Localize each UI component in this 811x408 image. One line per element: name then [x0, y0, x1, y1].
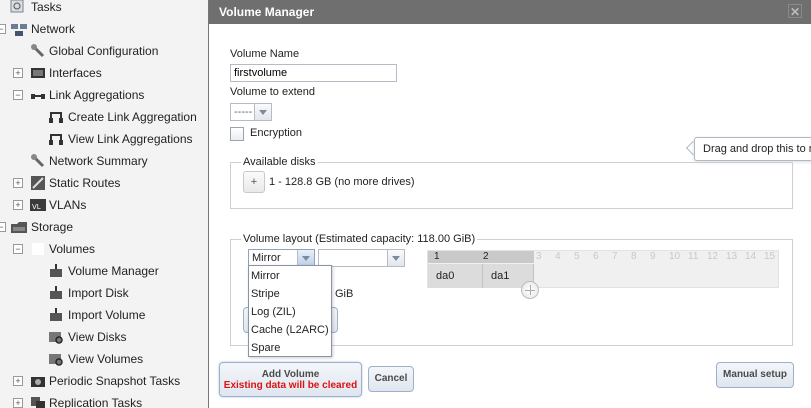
volume-manager-icon: [48, 263, 64, 279]
vlan-icon: VL: [30, 197, 46, 213]
add-volume-button[interactable]: Add Volume Existing data will be cleared: [219, 362, 362, 397]
tree-item-tasks[interactable]: Tasks: [0, 0, 208, 17]
tree-item-periodic-snapshot-tasks[interactable]: + Periodic Snapshot Tasks: [0, 371, 208, 391]
dialog-titlebar[interactable]: Volume Manager ✕: [209, 0, 811, 24]
menu-item-mirror[interactable]: Mirror: [249, 267, 331, 285]
disk-layout-grid[interactable]: 1 2 3 4 5 6 7 8 9 10 11 12 13 14 15 da0 da1: [427, 250, 779, 288]
collapse-icon[interactable]: −: [0, 24, 6, 34]
wrench-icon: [30, 43, 46, 59]
storage-icon: [10, 219, 27, 235]
tree-item-global-configuration[interactable]: Global Configuration: [0, 41, 208, 61]
tree-item-interfaces[interactable]: + Interfaces: [0, 63, 208, 83]
volume-name-input[interactable]: [230, 64, 397, 82]
add-volume-warning: Existing data will be cleared: [223, 380, 358, 391]
grid-column-header: 1: [434, 251, 440, 262]
chevron-down-icon[interactable]: [297, 250, 314, 266]
snapshot-icon: [30, 373, 46, 389]
navigation-tree: Tasks − Network Global Configuration + I…: [0, 0, 208, 408]
grid-column-header: 8: [631, 251, 637, 262]
menu-item-stripe[interactable]: Stripe: [249, 285, 331, 303]
disk-cell-da0[interactable]: da0: [428, 264, 483, 288]
grid-column-header: 7: [612, 251, 618, 262]
layout-type-menu: Mirror Stripe Log (ZIL) Cache (L2ARC) Sp…: [248, 265, 332, 357]
tree-item-network[interactable]: − Network: [0, 19, 208, 39]
grid-column-header: 13: [726, 251, 738, 262]
menu-item-log-zil[interactable]: Log (ZIL): [249, 303, 331, 321]
svg-text:VL: VL: [32, 203, 41, 211]
collapse-icon[interactable]: −: [13, 90, 23, 100]
tree-item-network-summary[interactable]: Network Summary: [0, 151, 208, 171]
close-icon[interactable]: ✕: [788, 4, 802, 19]
grid-column-header: 4: [555, 251, 561, 262]
grid-column-header: 9: [650, 251, 656, 262]
volume-layout-legend: Volume layout (Estimated capacity: 118.0…: [243, 233, 476, 245]
layout-capacity-unit: GiB: [335, 288, 354, 300]
grid-column-header: 10: [669, 251, 681, 262]
available-disks-legend: Available disks: [243, 156, 316, 168]
tree-item-static-routes[interactable]: + Static Routes: [0, 173, 208, 193]
tree-item-view-volumes[interactable]: View Volumes: [0, 349, 208, 369]
tree-item-vlans[interactable]: + VL VLANs: [0, 195, 208, 215]
grid-column-header: 6: [593, 251, 599, 262]
tree-item-replication-tasks[interactable]: + Replication Tasks: [0, 393, 208, 408]
network-icon: [10, 21, 27, 37]
tree-item-volume-manager[interactable]: Volume Manager: [0, 261, 208, 281]
collapse-icon[interactable]: −: [0, 222, 6, 232]
create-link-icon: [48, 109, 64, 125]
wrench-icon: [30, 153, 46, 169]
available-disk-entry: 1 - 128.8 GB (no more drives): [269, 176, 415, 188]
chevron-down-icon[interactable]: [254, 104, 271, 120]
expand-icon[interactable]: +: [13, 200, 23, 210]
tasks-icon: [10, 0, 26, 15]
grid-column-header: 11: [688, 251, 699, 262]
expand-icon[interactable]: +: [13, 376, 23, 386]
cancel-button[interactable]: Cancel: [368, 366, 414, 392]
encryption-checkbox[interactable]: [230, 127, 244, 141]
volume-to-extend-label: Volume to extend: [230, 86, 316, 98]
tree-item-create-link-aggregation[interactable]: Create Link Aggregation: [0, 107, 208, 127]
menu-item-cache-l2arc[interactable]: Cache (L2ARC): [249, 321, 331, 339]
expand-icon[interactable]: +: [13, 398, 23, 408]
tree-item-view-link-aggregations[interactable]: View Link Aggregations: [0, 129, 208, 149]
grid-column-header: 3: [536, 251, 542, 262]
tree-item-import-volume[interactable]: Import Volume: [0, 305, 208, 325]
tree-item-storage[interactable]: − Storage: [0, 217, 208, 237]
grid-column-header: 2: [483, 251, 489, 262]
grid-column-header: 15: [764, 251, 776, 262]
view-disks-icon: [48, 329, 64, 345]
tree-item-view-disks[interactable]: View Disks: [0, 327, 208, 347]
link-aggregation-icon: [30, 87, 46, 103]
import-volume-icon: [48, 307, 64, 323]
volume-name-label: Volume Name: [230, 48, 300, 60]
add-disk-button[interactable]: +: [243, 171, 265, 193]
resize-handle-icon[interactable]: [521, 281, 539, 299]
grid-column-header: 14: [745, 251, 757, 262]
static-routes-icon: [30, 175, 46, 191]
interfaces-icon: [30, 65, 46, 81]
grid-column-header: 12: [707, 251, 719, 262]
replication-icon: [30, 395, 46, 408]
tree-item-import-disk[interactable]: Import Disk: [0, 283, 208, 303]
manual-setup-button[interactable]: Manual setup: [716, 362, 794, 388]
tree-item-volumes[interactable]: − Volumes: [0, 239, 208, 259]
menu-item-spare[interactable]: Spare: [249, 339, 331, 357]
volumes-icon: [30, 241, 46, 257]
chevron-down-icon[interactable]: [387, 250, 404, 266]
encryption-label: Encryption: [250, 127, 302, 139]
view-link-icon: [48, 131, 64, 147]
expand-icon[interactable]: +: [13, 68, 23, 78]
grid-column-header: 5: [574, 251, 580, 262]
tree-item-link-aggregations[interactable]: − Link Aggregations: [0, 85, 208, 105]
volume-to-extend-select[interactable]: -----: [230, 103, 272, 121]
expand-icon[interactable]: +: [13, 178, 23, 188]
volume-manager-dialog: Volume Manager ✕ Volume Name Volume to e…: [208, 0, 811, 408]
import-disk-icon: [48, 285, 64, 301]
collapse-icon[interactable]: −: [13, 244, 23, 254]
dialog-title: Volume Manager: [219, 5, 315, 19]
view-volumes-icon: [48, 351, 64, 367]
